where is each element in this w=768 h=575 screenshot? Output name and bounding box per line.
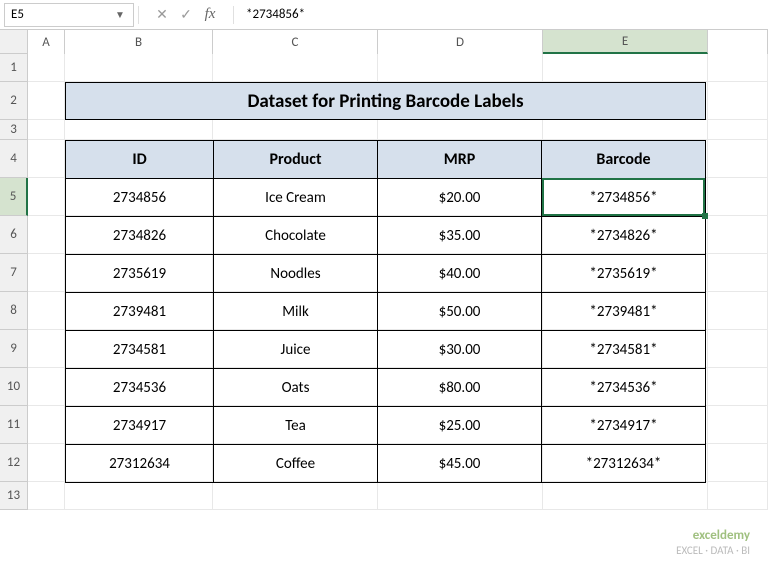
cell-barcode[interactable]: *2734856* (542, 179, 706, 217)
cell-barcode[interactable]: *2739481* (542, 293, 706, 331)
cell-mrp[interactable]: $20.00 (378, 179, 542, 217)
table-row: 2734581Juice$30.00*2734581* (66, 331, 706, 369)
row-header-3[interactable]: 3 (0, 120, 28, 140)
column-header-row: A B C D E (0, 30, 768, 54)
table-row: 2734826Chocolate$35.00*2734826* (66, 217, 706, 255)
row-header-8[interactable]: 8 (0, 292, 28, 330)
row-header-12[interactable]: 12 (0, 444, 28, 482)
row-header-6[interactable]: 6 (0, 216, 28, 254)
cell-id[interactable]: 2734917 (66, 407, 214, 445)
row-headers: 1 2 3 4 5 6 7 8 9 10 11 12 13 (0, 54, 28, 510)
select-all-corner[interactable] (0, 30, 28, 54)
cancel-icon[interactable]: ✕ (151, 4, 173, 26)
cell-product[interactable]: Coffee (214, 445, 378, 483)
cell-id[interactable]: 2734536 (66, 369, 214, 407)
row-header-5[interactable]: 5 (0, 178, 28, 216)
title-container: Dataset for Printing Barcode Labels (65, 82, 706, 120)
cell-product[interactable]: Juice (214, 331, 378, 369)
table-row: 2734536Oats$80.00*2734536* (66, 369, 706, 407)
formula-buttons: ✕ ✓ fx (143, 4, 229, 26)
cell-barcode[interactable]: *2735619* (542, 255, 706, 293)
row-header-10[interactable]: 10 (0, 368, 28, 406)
watermark-tagline: EXCEL · DATA · BI (676, 544, 750, 557)
cell-mrp[interactable]: $80.00 (378, 369, 542, 407)
divider (138, 6, 139, 24)
cell-product[interactable]: Ice Cream (214, 179, 378, 217)
fill-handle[interactable] (702, 213, 708, 219)
table-header-row: ID Product MRP Barcode (66, 141, 706, 179)
cell-mrp[interactable]: $30.00 (378, 331, 542, 369)
data-table: ID Product MRP Barcode 2734856Ice Cream$… (65, 140, 706, 483)
header-product[interactable]: Product (214, 141, 378, 179)
table-row: 2734856Ice Cream$20.00*2734856* (66, 179, 706, 217)
col-header-a[interactable]: A (28, 30, 65, 54)
table-row: 2734917Tea$25.00*2734917* (66, 407, 706, 445)
cell-mrp[interactable]: $35.00 (378, 217, 542, 255)
row-header-11[interactable]: 11 (0, 406, 28, 444)
cell-barcode[interactable]: *27312634* (542, 445, 706, 483)
name-box[interactable]: E5 (5, 7, 110, 22)
row-header-2[interactable]: 2 (0, 82, 28, 120)
col-header-c[interactable]: C (213, 30, 378, 54)
cell-id[interactable]: 2734856 (66, 179, 214, 217)
header-barcode[interactable]: Barcode (542, 141, 706, 179)
table-row: 27312634Coffee$45.00*27312634* (66, 445, 706, 483)
cell-barcode[interactable]: *2734581* (542, 331, 706, 369)
cell-mrp[interactable]: $40.00 (378, 255, 542, 293)
table-row: 2739481Milk$50.00*2739481* (66, 293, 706, 331)
col-header-e[interactable]: E (543, 30, 708, 54)
row-header-9[interactable]: 9 (0, 330, 28, 368)
confirm-icon[interactable]: ✓ (175, 4, 197, 26)
fx-icon[interactable]: fx (199, 4, 221, 26)
col-header-rest[interactable] (708, 30, 768, 54)
cell-mrp[interactable]: $50.00 (378, 293, 542, 331)
divider (233, 6, 234, 24)
header-mrp[interactable]: MRP (378, 141, 542, 179)
formula-bar: E5 ▼ ✕ ✓ fx *2734856* (0, 0, 768, 30)
name-box-container[interactable]: E5 ▼ (4, 3, 134, 27)
cell-mrp[interactable]: $25.00 (378, 407, 542, 445)
cell-product[interactable]: Tea (214, 407, 378, 445)
cell-barcode[interactable]: *2734826* (542, 217, 706, 255)
cell-product[interactable]: Chocolate (214, 217, 378, 255)
cell-product[interactable]: Noodles (214, 255, 378, 293)
cell-product[interactable]: Oats (214, 369, 378, 407)
sheet-body: 1 2 3 4 5 6 7 8 9 10 11 12 13 (0, 54, 768, 510)
name-box-dropdown-icon[interactable]: ▼ (110, 8, 130, 21)
watermark: exceldemy EXCEL · DATA · BI (676, 528, 750, 557)
cell-mrp[interactable]: $45.00 (378, 445, 542, 483)
cell-id[interactable]: 2734826 (66, 217, 214, 255)
row-header-4[interactable]: 4 (0, 140, 28, 178)
formula-input[interactable]: *2734856* (238, 7, 768, 22)
table-row: 2735619Noodles$40.00*2735619* (66, 255, 706, 293)
cell-barcode[interactable]: *2734536* (542, 369, 706, 407)
header-id[interactable]: ID (66, 141, 214, 179)
page-title: Dataset for Printing Barcode Labels (65, 82, 706, 120)
row-header-1[interactable]: 1 (0, 54, 28, 82)
col-header-b[interactable]: B (65, 30, 213, 54)
col-header-d[interactable]: D (378, 30, 543, 54)
grid-area[interactable]: Dataset for Printing Barcode Labels ID P… (28, 54, 768, 510)
cell-barcode[interactable]: *2734917* (542, 407, 706, 445)
watermark-brand: exceldemy (676, 528, 750, 544)
cell-id[interactable]: 2735619 (66, 255, 214, 293)
row-header-7[interactable]: 7 (0, 254, 28, 292)
cell-product[interactable]: Milk (214, 293, 378, 331)
cell-id[interactable]: 2739481 (66, 293, 214, 331)
cell-id[interactable]: 27312634 (66, 445, 214, 483)
cell-id[interactable]: 2734581 (66, 331, 214, 369)
row-header-13[interactable]: 13 (0, 482, 28, 510)
